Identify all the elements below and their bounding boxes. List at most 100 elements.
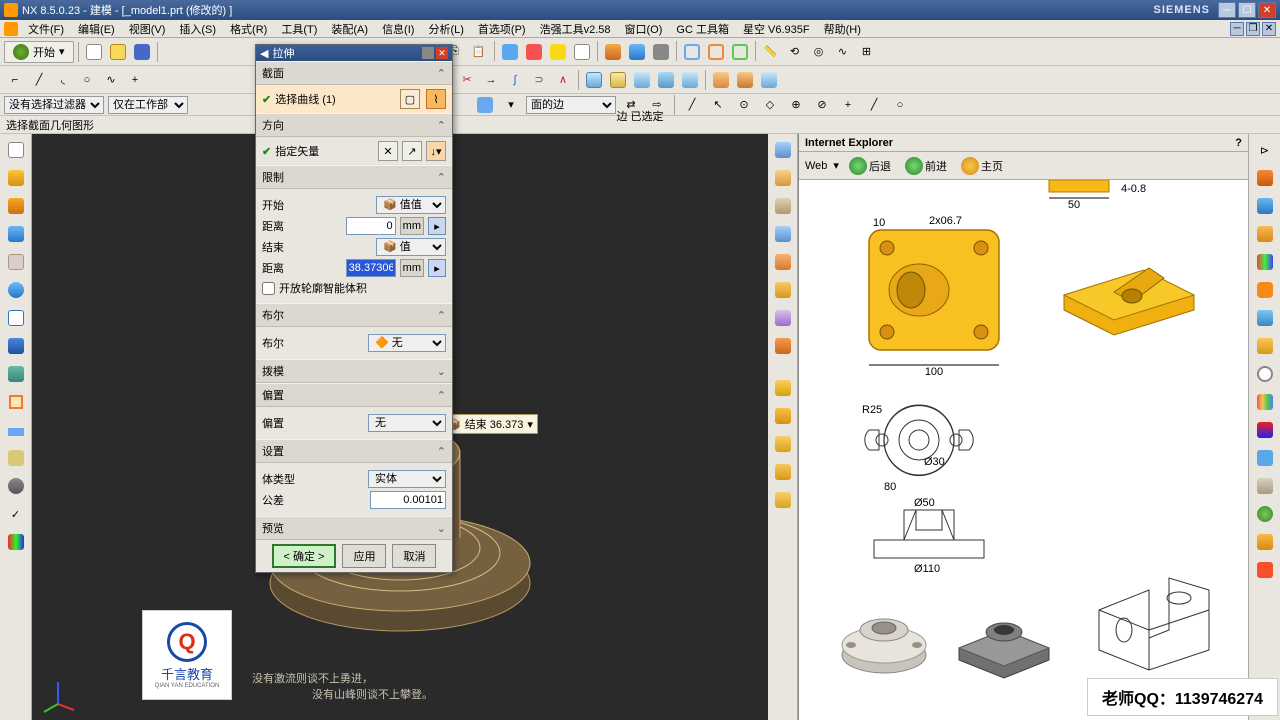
feature-tool[interactable]	[655, 69, 677, 91]
minimize-button[interactable]: ─	[1218, 2, 1236, 18]
rt-rss-icon[interactable]	[1253, 278, 1277, 302]
feature-icon[interactable]	[771, 250, 795, 274]
rt-icon[interactable]	[1253, 166, 1277, 190]
section-header-limits[interactable]: 限制⌃	[256, 165, 452, 189]
menu-insert[interactable]: 插入(S)	[173, 20, 222, 38]
feature-tool[interactable]	[758, 69, 780, 91]
navigator-ie-icon[interactable]	[4, 278, 28, 302]
menu-analysis[interactable]: 分析(L)	[422, 20, 469, 38]
menu-assemblies[interactable]: 装配(A)	[325, 20, 374, 38]
feature-chamfer-icon[interactable]	[771, 404, 795, 428]
menu-help[interactable]: 帮助(H)	[818, 20, 867, 38]
rt-icon[interactable]	[1253, 306, 1277, 330]
feature-hole-icon[interactable]	[771, 194, 795, 218]
end-distance-dropdown[interactable]: ▸	[428, 259, 446, 277]
curve-tool[interactable]: ∫	[504, 69, 526, 91]
tool-btn[interactable]	[523, 41, 545, 63]
menu-edit[interactable]: 编辑(E)	[72, 20, 121, 38]
feature-tool[interactable]	[710, 69, 732, 91]
navigator-hd3d-icon[interactable]	[4, 250, 28, 274]
navigator-part-icon[interactable]	[4, 138, 28, 162]
line-button[interactable]: ╱	[28, 69, 50, 91]
section-header-direction[interactable]: 方向⌃	[256, 113, 452, 137]
dialog-close-button[interactable]: ✕	[436, 47, 448, 59]
vector-dropdown-button[interactable]: ↓▾	[426, 141, 446, 161]
save-button[interactable]	[131, 41, 153, 63]
vector-constructor-button[interactable]: ↗	[402, 141, 422, 161]
feature-icon[interactable]	[771, 306, 795, 330]
ie-content[interactable]: 50 4-0.8 100 10 2x06.7	[799, 180, 1248, 720]
section-header-boolean[interactable]: 布尔⌃	[256, 303, 452, 327]
close-button[interactable]: ✕	[1258, 2, 1276, 18]
navigator-tool-icon[interactable]	[4, 390, 28, 414]
navigator-roles-icon[interactable]	[4, 334, 28, 358]
sketch-section-button[interactable]: ▢	[400, 89, 420, 109]
spline-button[interactable]: ∿	[100, 69, 122, 91]
snap-tool[interactable]: ○	[889, 94, 911, 116]
snap-tool[interactable]: ◇	[759, 94, 781, 116]
reverse-vector-button[interactable]: ✕	[378, 141, 398, 161]
curve-rule-button[interactable]: ⌇	[426, 89, 446, 109]
mdi-minimize-button[interactable]: ─	[1230, 22, 1244, 36]
navigator-reuse-icon[interactable]	[4, 222, 28, 246]
navigator-history-icon[interactable]	[4, 306, 28, 330]
snap-tool[interactable]: ↖	[707, 94, 729, 116]
feature-revolve-icon[interactable]	[771, 166, 795, 190]
rt-icon[interactable]	[1253, 530, 1277, 554]
rt-icon[interactable]: ⊳	[1253, 138, 1277, 162]
sel-tool[interactable]: ▾	[500, 94, 522, 116]
select-curve-row[interactable]: ✔ 选择曲线 (1) ▢ ⌇	[256, 85, 452, 113]
menu-format[interactable]: 格式(R)	[224, 20, 273, 38]
tool-btn[interactable]: ∿	[832, 41, 854, 63]
menu-haoqiang[interactable]: 浩强工具v2.58	[534, 20, 617, 38]
snap-tool[interactable]: ⊙	[733, 94, 755, 116]
rt-icon[interactable]	[1253, 558, 1277, 582]
feature-extrude-icon[interactable]	[771, 138, 795, 162]
menu-window[interactable]: 窗口(O)	[619, 20, 669, 38]
tool-btn[interactable]: ◎	[808, 41, 830, 63]
profile-button[interactable]: ⌐	[4, 69, 26, 91]
navigator-tool-icon[interactable]	[4, 530, 28, 554]
point-button[interactable]: +	[124, 69, 146, 91]
open-file-button[interactable]	[107, 41, 129, 63]
sel-tool[interactable]	[474, 94, 496, 116]
arc-button[interactable]: ◟	[52, 69, 74, 91]
menu-xingkong[interactable]: 星空 V6.935F	[737, 20, 816, 38]
navigator-tool-icon[interactable]	[4, 418, 28, 442]
menu-info[interactable]: 信息(I)	[376, 20, 420, 38]
feature-tool[interactable]	[631, 69, 653, 91]
feature-trim-icon[interactable]	[771, 488, 795, 512]
snap-tool[interactable]: ╱	[863, 94, 885, 116]
rt-icon[interactable]	[1253, 474, 1277, 498]
rt-icon[interactable]	[1253, 334, 1277, 358]
navigator-tool-icon[interactable]	[4, 474, 28, 498]
dialog-titlebar[interactable]: ◀ 拉伸 ✕	[256, 45, 452, 61]
navigator-constraint-icon[interactable]	[4, 194, 28, 218]
start-distance-dropdown[interactable]: ▸	[428, 217, 446, 235]
mdi-close-button[interactable]: ✕	[1262, 22, 1276, 36]
tool-btn[interactable]	[729, 41, 751, 63]
curve-tool[interactable]: ∧	[552, 69, 574, 91]
tool-btn[interactable]: ⊞	[856, 41, 878, 63]
feature-icon[interactable]	[771, 334, 795, 358]
feature-draft-icon[interactable]	[771, 432, 795, 456]
rt-icon[interactable]	[1253, 222, 1277, 246]
scope-filter-select[interactable]: 仅在工作部	[108, 96, 188, 114]
rt-clock-icon[interactable]	[1253, 362, 1277, 386]
rt-person-icon[interactable]	[1253, 502, 1277, 526]
tool-btn[interactable]	[626, 41, 648, 63]
maximize-button[interactable]: ☐	[1238, 2, 1256, 18]
feature-icon[interactable]	[771, 222, 795, 246]
curve-tool[interactable]: →	[480, 69, 502, 91]
circle-button[interactable]: ○	[76, 69, 98, 91]
tool-btn[interactable]	[705, 41, 727, 63]
body-type-select[interactable]: 实体	[368, 470, 446, 488]
tool-btn[interactable]	[681, 41, 703, 63]
mdi-restore-button[interactable]: ❐	[1246, 22, 1260, 36]
section-header-settings[interactable]: 设置⌃	[256, 439, 452, 463]
menu-preferences[interactable]: 首选项(P)	[472, 20, 532, 38]
end-type-select[interactable]: 📦 值	[376, 238, 446, 256]
start-type-select[interactable]: 📦 值值	[376, 196, 446, 214]
section-header-preview[interactable]: 预览⌄	[256, 516, 452, 540]
snap-tool[interactable]: ⊘	[811, 94, 833, 116]
